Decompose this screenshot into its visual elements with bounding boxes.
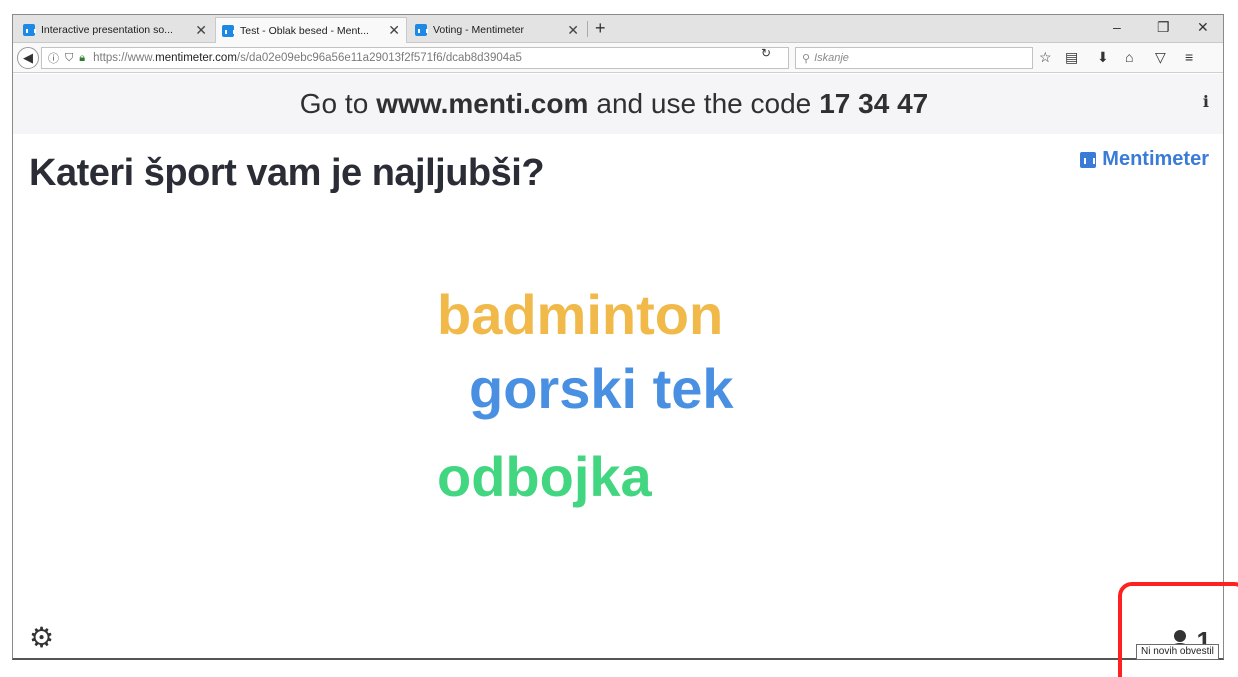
join-instruction-bar: Go to www.menti.com and use the code 17 … <box>13 74 1223 134</box>
word-cloud-item: badminton <box>437 283 724 346</box>
close-tab-icon[interactable]: ✕ <box>195 22 207 39</box>
tab-voting-mentimeter[interactable]: Voting - Mentimeter ✕ <box>409 17 585 43</box>
restore-button[interactable]: ❐ <box>1157 19 1170 36</box>
instruction-mid: and use the code <box>596 88 812 119</box>
reading-list-icon[interactable]: ▤ <box>1065 49 1078 66</box>
tab-test-oblak-besed[interactable]: Test - Oblak besed - Ment... ✕ <box>215 17 407 43</box>
arrow-left-icon: ◀ <box>23 50 33 65</box>
back-button[interactable]: ◀ <box>17 47 39 69</box>
search-input[interactable]: ⚲ Iskanje <box>795 47 1033 69</box>
logo-text: Mentimeter <box>1102 148 1209 170</box>
word-cloud-item: gorski tek <box>469 357 734 420</box>
new-tab-button[interactable]: + <box>595 18 606 39</box>
download-icon[interactable]: ⬇ <box>1097 49 1109 66</box>
mentimeter-logo-icon <box>1080 151 1097 168</box>
bookmark-star-icon[interactable]: ☆ <box>1039 49 1052 66</box>
minimize-button[interactable]: – <box>1113 19 1121 35</box>
info-icon[interactable]: ⓘ <box>48 50 59 66</box>
tab-title: Interactive presentation so... <box>41 24 173 36</box>
tab-title: Test - Oblak besed - Ment... <box>240 24 369 37</box>
instruction-site: www.menti.com <box>376 88 589 119</box>
search-icon: ⚲ <box>802 52 811 65</box>
tab-bar: Interactive presentation so... ✕ Test - … <box>13 15 1223 43</box>
mentimeter-logo: Mentimeter <box>1080 148 1209 171</box>
url-text: https://www.mentimeter.com/s/da02e09ebc9… <box>93 52 522 64</box>
address-bar[interactable]: ⓘ ⛉ 🔒︎ https://www.mentimeter.com/s/da02… <box>41 47 789 69</box>
tab-interactive-presentation[interactable]: Interactive presentation so... ✕ <box>17 17 213 43</box>
pocket-icon[interactable]: ▽ <box>1155 49 1166 66</box>
mentimeter-favicon-icon <box>23 24 36 36</box>
word-cloud-item: odbojka <box>437 445 652 508</box>
presentation-page: Go to www.menti.com and use the code 17 … <box>13 74 1223 658</box>
mentimeter-favicon-icon <box>222 24 235 37</box>
tab-title: Voting - Mentimeter <box>433 24 525 36</box>
instruction-prefix: Go to <box>299 88 369 119</box>
close-tab-icon[interactable]: ✕ <box>567 22 579 39</box>
navigation-bar: ◀ ⓘ ⛉ 🔒︎ https://www.mentimeter.com/s/da… <box>13 43 1223 73</box>
info-button[interactable]: i <box>1203 92 1209 111</box>
close-window-button[interactable]: ✕ <box>1197 19 1209 36</box>
shield-icon[interactable]: ⛉ <box>65 52 73 65</box>
settings-gear-icon[interactable]: ⚙ <box>29 624 54 652</box>
menu-icon[interactable]: ≡ <box>1185 49 1193 65</box>
voting-code: 17 34 47 <box>819 88 929 119</box>
mentimeter-favicon-icon <box>415 24 428 36</box>
search-placeholder: Iskanje <box>814 52 849 64</box>
highlight-annotation-box <box>1118 582 1238 677</box>
lock-icon[interactable]: 🔒︎ <box>79 52 85 65</box>
reload-icon[interactable]: ↻ <box>761 46 771 60</box>
home-icon[interactable]: ⌂ <box>1125 49 1133 65</box>
tab-separator <box>587 21 588 37</box>
close-tab-icon[interactable]: ✕ <box>388 22 400 39</box>
question-title: Kateri šport vam je najljubši? <box>29 152 545 194</box>
browser-window: Interactive presentation so... ✕ Test - … <box>12 14 1224 660</box>
